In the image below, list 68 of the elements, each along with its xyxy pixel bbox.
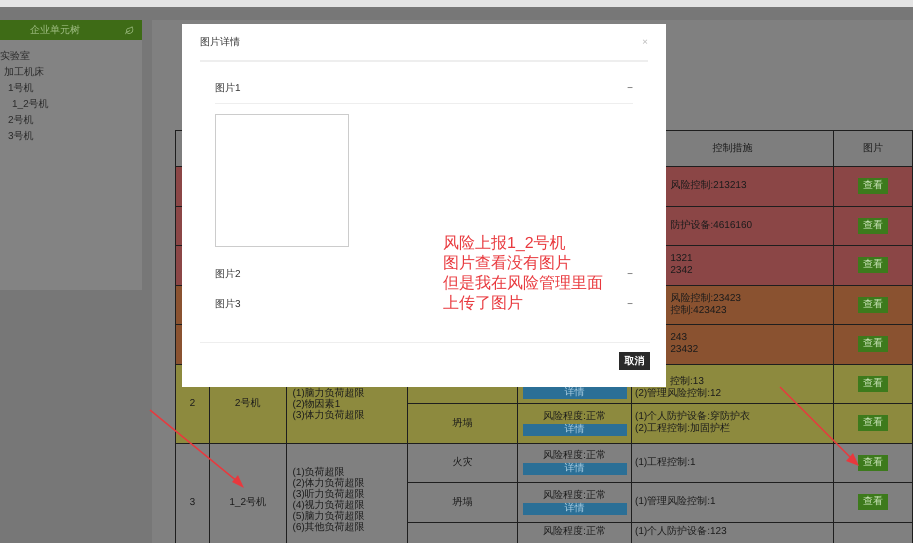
risk-factor-text: (4)视力负荷超限 <box>292 500 366 510</box>
tree-item[interactable]: 1_2号机 <box>0 97 142 113</box>
machine-name: 2号机 <box>234 396 260 411</box>
tree-item[interactable]: 加工机床 <box>0 65 142 81</box>
view-button[interactable]: 查看 <box>858 178 888 194</box>
risk-factor-text: (3)体力负荷超限 <box>292 410 366 420</box>
control-measure-text: 风险控制:23423 <box>669 292 741 304</box>
section-title[interactable]: 图片2 <box>215 266 241 282</box>
view-button[interactable]: 查看 <box>858 218 888 234</box>
view-button[interactable]: 查看 <box>858 454 888 471</box>
detail-button[interactable]: 详情 <box>522 502 626 515</box>
collapse-toggle[interactable]: − <box>627 81 633 96</box>
risk-factor-text: (6)其他负荷超限 <box>292 522 366 532</box>
view-button[interactable]: 查看 <box>858 257 888 274</box>
control-measure-text: 控制:13 <box>669 376 704 388</box>
control-measure-text: (2)管理风险控制:12 <box>635 388 722 400</box>
risk-type-text: 坍塌 <box>452 416 472 431</box>
tree-item[interactable]: 3号机 <box>0 129 142 145</box>
risk-factor-text: (1)脑力负荷超限 <box>292 388 366 398</box>
control-measure-text: 控制:423423 <box>669 304 727 317</box>
detail-button[interactable]: 详情 <box>522 387 626 399</box>
close-button[interactable]: × <box>642 34 648 50</box>
view-button[interactable]: 查看 <box>858 415 888 432</box>
risk-level-text: 风险程度:正常 <box>543 526 606 538</box>
dialog-title: 图片详情 <box>200 36 240 50</box>
risk-level-text: 风险程度:正常 <box>543 490 606 502</box>
control-measure-text: 2342 <box>669 265 693 278</box>
collapse-toggle[interactable]: − <box>627 296 633 312</box>
tree-item[interactable]: 实验室 <box>0 49 142 65</box>
control-measure-text: (1)个人防护设备:穿防护衣 <box>635 411 750 422</box>
collapse-toggle[interactable]: − <box>627 266 633 282</box>
row-number: 2 <box>190 397 196 411</box>
view-button[interactable]: 查看 <box>858 494 888 510</box>
risk-level-text: 风险程度:正常 <box>543 450 606 462</box>
control-measure-text: 23432 <box>669 344 698 356</box>
view-button[interactable]: 查看 <box>858 376 888 392</box>
column-header: 图片 <box>863 142 884 156</box>
control-measure-text: (1)管理风险控制:1 <box>635 496 716 508</box>
risk-factor-text: (3)听力负荷超限 <box>292 488 366 500</box>
control-measure-text: (1)工程控制:1 <box>635 456 696 469</box>
column-header: 控制措施 <box>712 142 753 156</box>
control-measure-text: (1)个人防护设备:123 <box>635 526 727 538</box>
control-measure-text: 风险控制:213213 <box>669 180 747 192</box>
tree-item[interactable]: 2号机 <box>0 113 142 129</box>
annotation-text: 风险上报1_2号机 图片查看没有图片 但是我在风险管理里面 上传了图片 <box>443 234 603 314</box>
sidebar-title: 企业单元树 <box>30 24 80 38</box>
row-number: 3 <box>190 496 196 510</box>
risk-factor-text: (1)负荷超限 <box>292 466 346 478</box>
section-title[interactable]: 图片3 <box>215 296 241 312</box>
control-measure-text: 1321 <box>669 253 693 266</box>
control-measure-text: (2)工程控制:加固护栏 <box>635 423 730 436</box>
detail-button[interactable]: 详情 <box>522 424 626 436</box>
risk-factor-text: (5)脑力负荷超限 <box>292 510 366 522</box>
risk-factor-text: (2)体力负荷超限 <box>292 478 366 488</box>
leaf-icon <box>125 26 134 34</box>
control-measure-text: 防护设备:4616160 <box>669 220 752 232</box>
control-measure-text: 243 <box>669 332 688 344</box>
detail-button[interactable]: 详情 <box>522 463 626 476</box>
risk-level-text: 风险程度:正常 <box>543 410 606 423</box>
risk-type-text: 坍塌 <box>452 496 472 510</box>
cancel-button[interactable]: 取消 <box>619 352 650 370</box>
machine-name: 1_2号机 <box>229 496 266 510</box>
risk-factor-text: (2)物因素1 <box>292 398 342 410</box>
view-button[interactable]: 查看 <box>858 336 888 352</box>
view-button[interactable]: 查看 <box>858 296 888 313</box>
section-title[interactable]: 图片1 <box>215 81 241 96</box>
tree-item[interactable]: 1号机 <box>0 81 142 97</box>
risk-type-text: 火灾 <box>452 456 472 470</box>
